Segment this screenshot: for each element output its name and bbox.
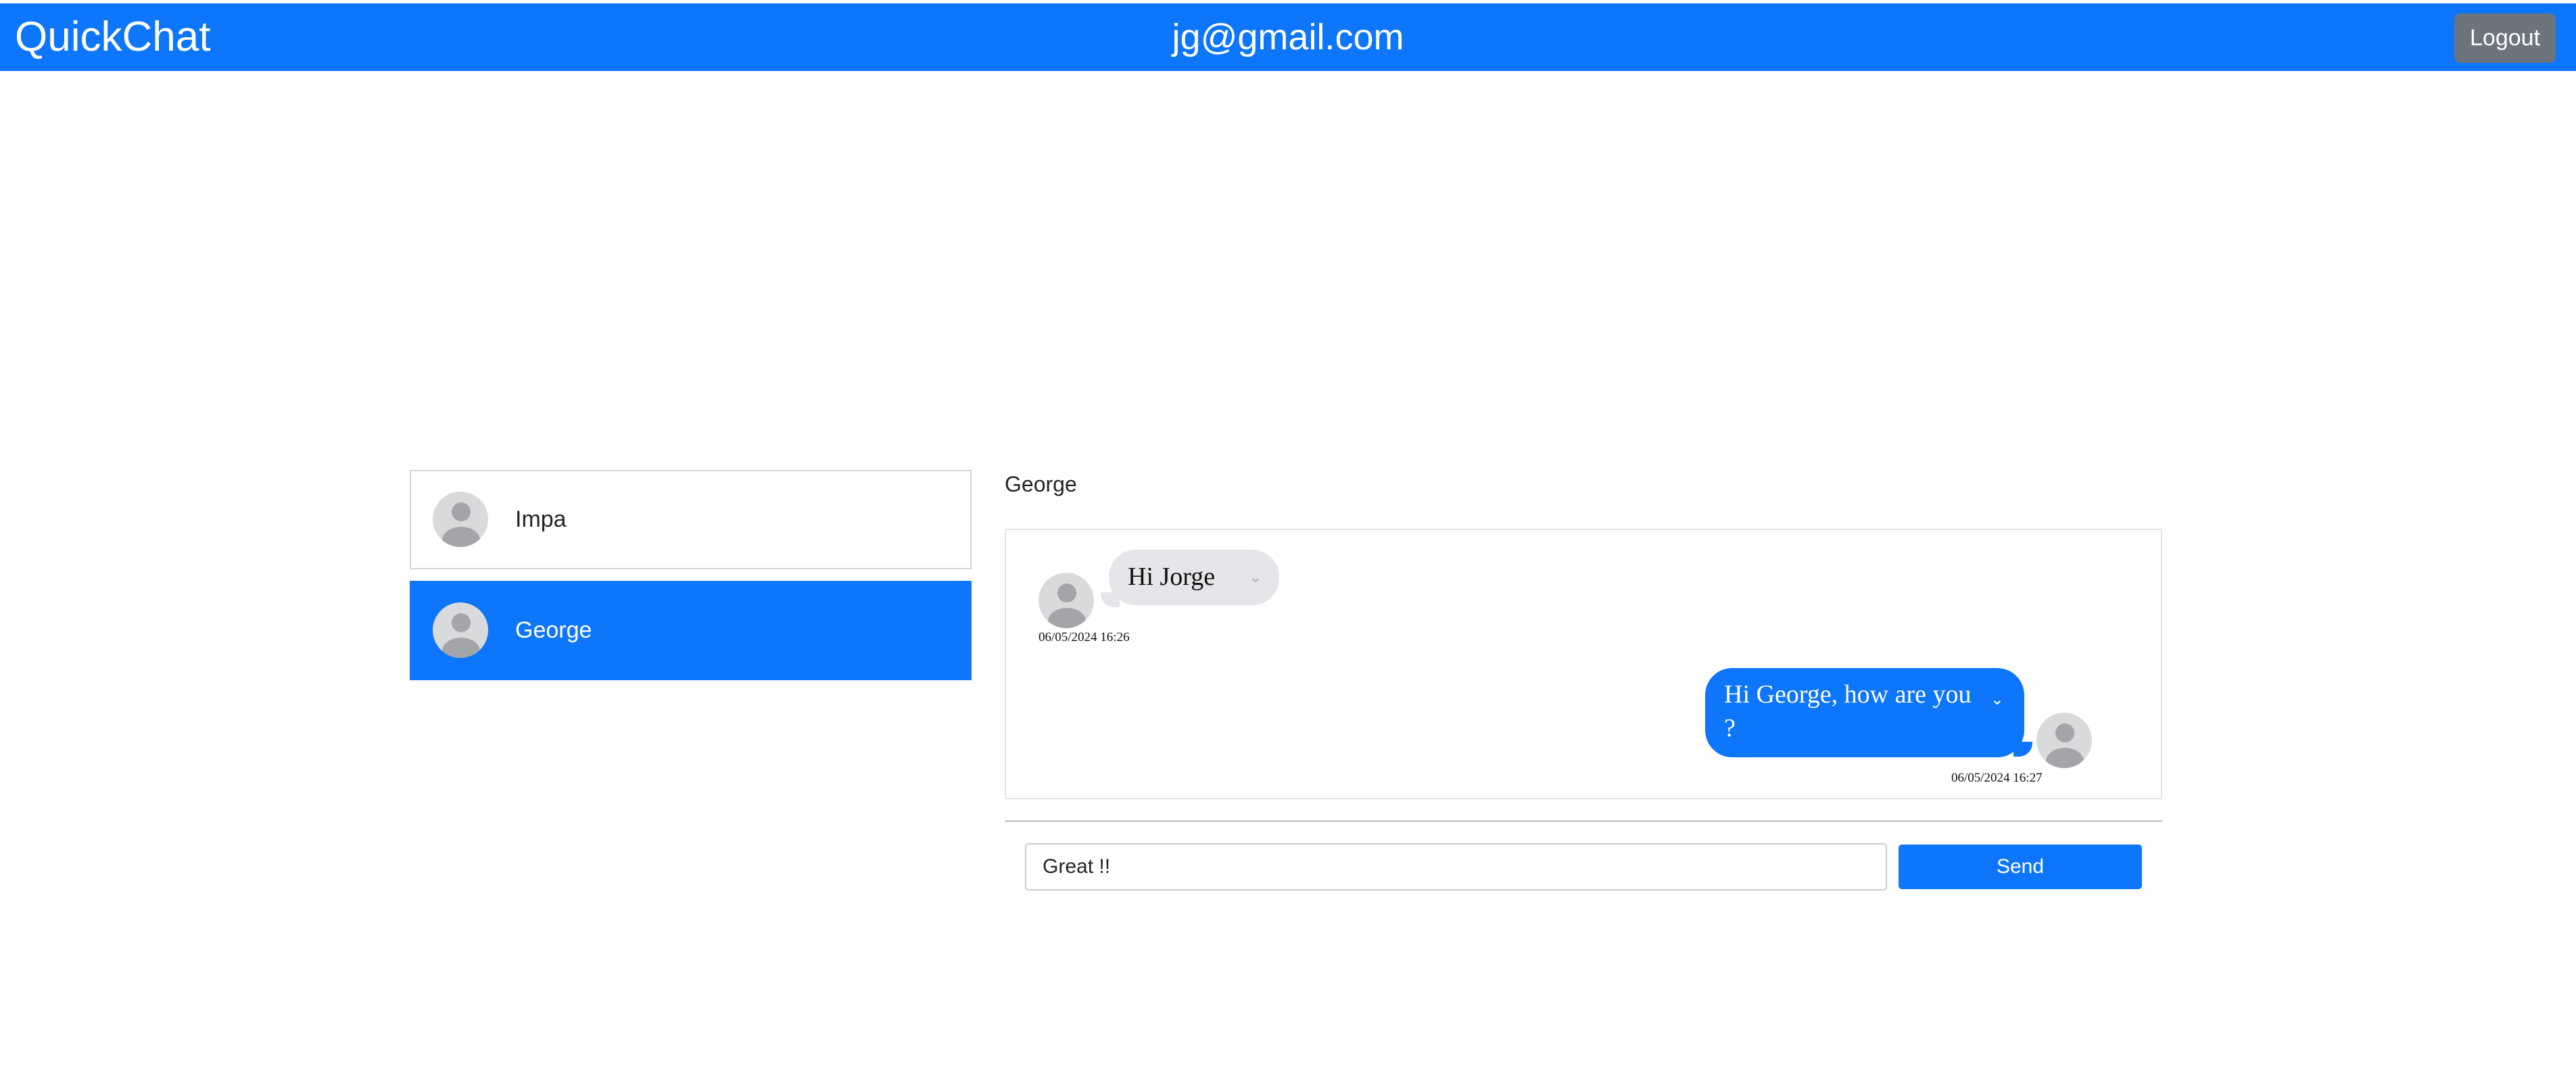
user-placeholder-icon — [2036, 713, 2092, 768]
chat-title: George — [1005, 472, 1077, 496]
user-placeholder-icon — [433, 602, 488, 658]
message-text: Hi George, how are you ? — [1724, 680, 1972, 742]
message-timestamp: 06/05/2024 16:26 — [1039, 630, 1130, 644]
contact-item-george[interactable]: George — [410, 581, 972, 680]
top-navbar: QuickChat jg@gmail.com Logout — [0, 3, 2576, 71]
user-placeholder-icon — [433, 492, 488, 547]
chevron-down-icon[interactable]: ⌄ — [1990, 683, 2004, 717]
message-bubble-received[interactable]: Hi Jorge ⌄ — [1109, 550, 1279, 605]
message-input[interactable] — [1025, 843, 1887, 891]
send-button[interactable]: Send — [1899, 845, 2142, 889]
message-thread[interactable]: Hi Jorge ⌄ 06/05/2024 16:26 Hi George, h… — [1005, 529, 2162, 799]
message-timestamp: 06/05/2024 16:27 — [1951, 771, 2043, 785]
message-text: Hi Jorge — [1128, 563, 1216, 591]
message-bubble-sent[interactable]: Hi George, how are you ? ⌄ — [1705, 668, 2024, 757]
current-user-email: jg@gmail.com — [1172, 17, 1404, 57]
compose-divider — [1005, 820, 2162, 822]
chevron-down-icon[interactable]: ⌄ — [1249, 567, 1262, 587]
contact-name: Impa — [515, 506, 567, 532]
app-brand[interactable]: QuickChat — [15, 10, 210, 64]
user-placeholder-icon — [1039, 573, 1094, 628]
contact-name: George — [515, 617, 592, 643]
contact-list: Impa George — [410, 470, 972, 692]
logout-button[interactable]: Logout — [2454, 14, 2556, 63]
contact-item-impa[interactable]: Impa — [410, 470, 972, 569]
